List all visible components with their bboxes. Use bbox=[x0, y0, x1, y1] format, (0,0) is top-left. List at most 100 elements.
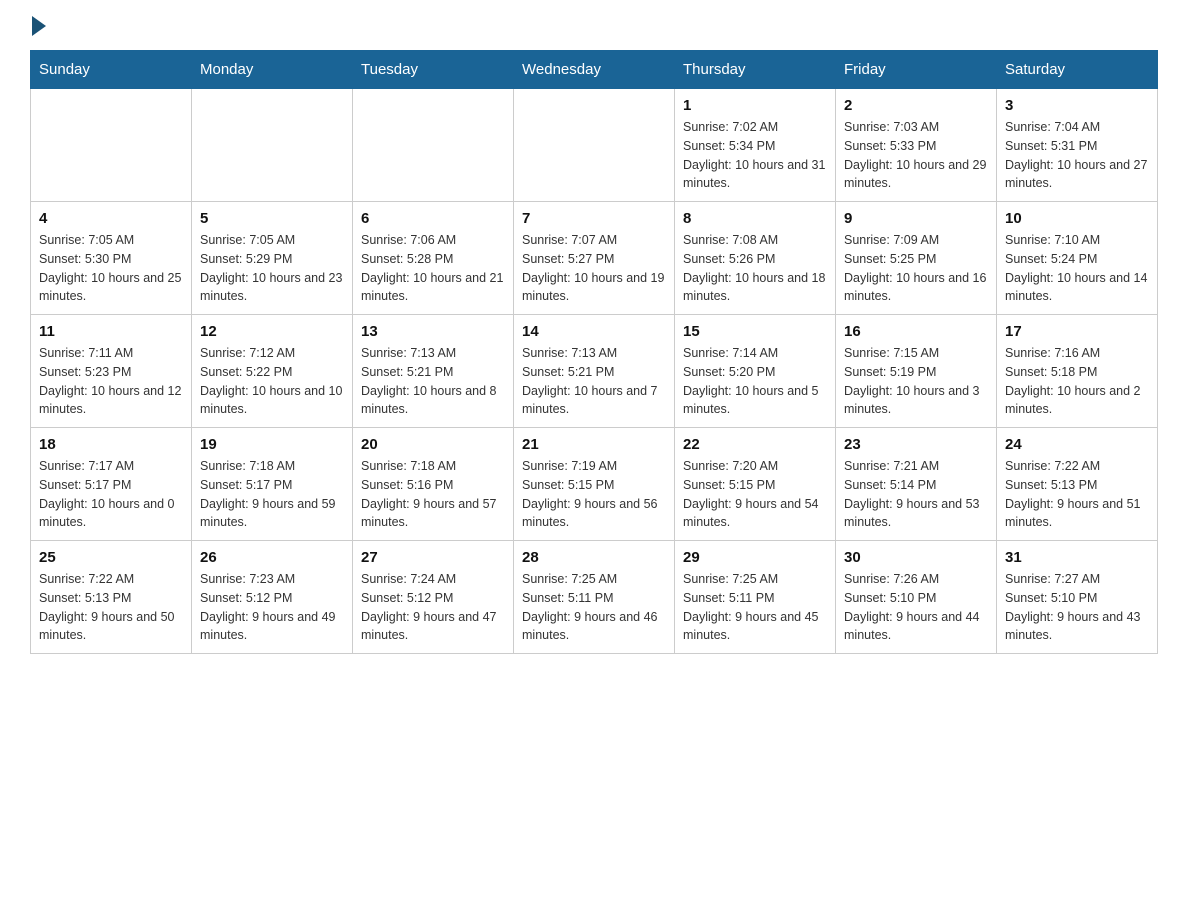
day-number: 13 bbox=[361, 323, 505, 340]
day-info: Sunrise: 7:08 AMSunset: 5:26 PMDaylight:… bbox=[683, 231, 827, 306]
day-info: Sunrise: 7:07 AMSunset: 5:27 PMDaylight:… bbox=[522, 231, 666, 306]
day-info: Sunrise: 7:19 AMSunset: 5:15 PMDaylight:… bbox=[522, 457, 666, 532]
table-row: 22 Sunrise: 7:20 AMSunset: 5:15 PMDayligh… bbox=[675, 428, 836, 541]
day-number: 6 bbox=[361, 210, 505, 227]
day-number: 1 bbox=[683, 97, 827, 114]
logo bbox=[30, 20, 46, 30]
table-row: 21 Sunrise: 7:19 AMSunset: 5:15 PMDayligh… bbox=[514, 428, 675, 541]
table-row: 2 Sunrise: 7:03 AMSunset: 5:33 PMDaylight… bbox=[836, 89, 997, 202]
day-info: Sunrise: 7:13 AMSunset: 5:21 PMDaylight:… bbox=[522, 344, 666, 419]
day-info: Sunrise: 7:05 AMSunset: 5:30 PMDaylight:… bbox=[39, 231, 183, 306]
day-number: 5 bbox=[200, 210, 344, 227]
col-monday: Monday bbox=[192, 51, 353, 89]
day-info: Sunrise: 7:24 AMSunset: 5:12 PMDaylight:… bbox=[361, 570, 505, 645]
table-row: 31 Sunrise: 7:27 AMSunset: 5:10 PMDayligh… bbox=[997, 541, 1158, 654]
table-row: 5 Sunrise: 7:05 AMSunset: 5:29 PMDaylight… bbox=[192, 202, 353, 315]
calendar-table: Sunday Monday Tuesday Wednesday Thursday… bbox=[30, 50, 1158, 654]
day-info: Sunrise: 7:15 AMSunset: 5:19 PMDaylight:… bbox=[844, 344, 988, 419]
table-row: 11 Sunrise: 7:11 AMSunset: 5:23 PMDayligh… bbox=[31, 315, 192, 428]
table-row: 9 Sunrise: 7:09 AMSunset: 5:25 PMDaylight… bbox=[836, 202, 997, 315]
day-number: 18 bbox=[39, 436, 183, 453]
day-number: 19 bbox=[200, 436, 344, 453]
day-info: Sunrise: 7:13 AMSunset: 5:21 PMDaylight:… bbox=[361, 344, 505, 419]
table-row: 7 Sunrise: 7:07 AMSunset: 5:27 PMDaylight… bbox=[514, 202, 675, 315]
day-info: Sunrise: 7:11 AMSunset: 5:23 PMDaylight:… bbox=[39, 344, 183, 419]
day-info: Sunrise: 7:20 AMSunset: 5:15 PMDaylight:… bbox=[683, 457, 827, 532]
table-row: 26 Sunrise: 7:23 AMSunset: 5:12 PMDayligh… bbox=[192, 541, 353, 654]
col-saturday: Saturday bbox=[997, 51, 1158, 89]
table-row: 1 Sunrise: 7:02 AMSunset: 5:34 PMDaylight… bbox=[675, 89, 836, 202]
day-info: Sunrise: 7:27 AMSunset: 5:10 PMDaylight:… bbox=[1005, 570, 1149, 645]
day-number: 24 bbox=[1005, 436, 1149, 453]
logo-arrow-icon bbox=[32, 16, 46, 36]
day-number: 27 bbox=[361, 549, 505, 566]
day-number: 23 bbox=[844, 436, 988, 453]
calendar-week-row: 4 Sunrise: 7:05 AMSunset: 5:30 PMDaylight… bbox=[31, 202, 1158, 315]
day-number: 17 bbox=[1005, 323, 1149, 340]
day-number: 3 bbox=[1005, 97, 1149, 114]
col-tuesday: Tuesday bbox=[353, 51, 514, 89]
day-number: 20 bbox=[361, 436, 505, 453]
col-thursday: Thursday bbox=[675, 51, 836, 89]
page-header bbox=[30, 20, 1158, 30]
table-row: 3 Sunrise: 7:04 AMSunset: 5:31 PMDaylight… bbox=[997, 89, 1158, 202]
day-info: Sunrise: 7:02 AMSunset: 5:34 PMDaylight:… bbox=[683, 118, 827, 193]
table-row: 14Sunrise: 7:13 AMSunset: 5:21 PMDayligh… bbox=[514, 315, 675, 428]
calendar-week-row: 1 Sunrise: 7:02 AMSunset: 5:34 PMDaylight… bbox=[31, 89, 1158, 202]
table-row: 18 Sunrise: 7:17 AMSunset: 5:17 PMDayligh… bbox=[31, 428, 192, 541]
day-info: Sunrise: 7:18 AMSunset: 5:16 PMDaylight:… bbox=[361, 457, 505, 532]
col-friday: Friday bbox=[836, 51, 997, 89]
day-number: 31 bbox=[1005, 549, 1149, 566]
day-info: Sunrise: 7:05 AMSunset: 5:29 PMDaylight:… bbox=[200, 231, 344, 306]
table-row: 13 Sunrise: 7:13 AMSunset: 5:21 PMDayligh… bbox=[353, 315, 514, 428]
calendar-week-row: 25Sunrise: 7:22 AMSunset: 5:13 PMDayligh… bbox=[31, 541, 1158, 654]
day-number: 12 bbox=[200, 323, 344, 340]
day-number: 26 bbox=[200, 549, 344, 566]
table-row bbox=[192, 89, 353, 202]
table-row: 4 Sunrise: 7:05 AMSunset: 5:30 PMDaylight… bbox=[31, 202, 192, 315]
day-number: 9 bbox=[844, 210, 988, 227]
day-info: Sunrise: 7:22 AMSunset: 5:13 PMDaylight:… bbox=[1005, 457, 1149, 532]
col-sunday: Sunday bbox=[31, 51, 192, 89]
day-number: 15 bbox=[683, 323, 827, 340]
day-info: Sunrise: 7:14 AMSunset: 5:20 PMDaylight:… bbox=[683, 344, 827, 419]
table-row: 20 Sunrise: 7:18 AMSunset: 5:16 PMDayligh… bbox=[353, 428, 514, 541]
calendar-week-row: 11 Sunrise: 7:11 AMSunset: 5:23 PMDayligh… bbox=[31, 315, 1158, 428]
day-info: Sunrise: 7:12 AMSunset: 5:22 PMDaylight:… bbox=[200, 344, 344, 419]
day-info: Sunrise: 7:06 AMSunset: 5:28 PMDaylight:… bbox=[361, 231, 505, 306]
day-number: 25 bbox=[39, 549, 183, 566]
table-row: 16 Sunrise: 7:15 AMSunset: 5:19 PMDayligh… bbox=[836, 315, 997, 428]
day-number: 16 bbox=[844, 323, 988, 340]
day-info: Sunrise: 7:21 AMSunset: 5:14 PMDaylight:… bbox=[844, 457, 988, 532]
day-info: Sunrise: 7:25 AMSunset: 5:11 PMDaylight:… bbox=[683, 570, 827, 645]
day-info: Sunrise: 7:04 AMSunset: 5:31 PMDaylight:… bbox=[1005, 118, 1149, 193]
day-number: 2 bbox=[844, 97, 988, 114]
day-info: Sunrise: 7:26 AMSunset: 5:10 PMDaylight:… bbox=[844, 570, 988, 645]
calendar-header-row: Sunday Monday Tuesday Wednesday Thursday… bbox=[31, 51, 1158, 89]
table-row bbox=[353, 89, 514, 202]
day-number: 11 bbox=[39, 323, 183, 340]
day-number: 28 bbox=[522, 549, 666, 566]
day-info: Sunrise: 7:25 AMSunset: 5:11 PMDaylight:… bbox=[522, 570, 666, 645]
day-info: Sunrise: 7:09 AMSunset: 5:25 PMDaylight:… bbox=[844, 231, 988, 306]
day-number: 22 bbox=[683, 436, 827, 453]
day-number: 4 bbox=[39, 210, 183, 227]
calendar-week-row: 18 Sunrise: 7:17 AMSunset: 5:17 PMDayligh… bbox=[31, 428, 1158, 541]
table-row: 23 Sunrise: 7:21 AMSunset: 5:14 PMDayligh… bbox=[836, 428, 997, 541]
day-info: Sunrise: 7:16 AMSunset: 5:18 PMDaylight:… bbox=[1005, 344, 1149, 419]
day-number: 30 bbox=[844, 549, 988, 566]
day-info: Sunrise: 7:23 AMSunset: 5:12 PMDaylight:… bbox=[200, 570, 344, 645]
table-row: 25Sunrise: 7:22 AMSunset: 5:13 PMDayligh… bbox=[31, 541, 192, 654]
col-wednesday: Wednesday bbox=[514, 51, 675, 89]
day-info: Sunrise: 7:03 AMSunset: 5:33 PMDaylight:… bbox=[844, 118, 988, 193]
day-number: 21 bbox=[522, 436, 666, 453]
table-row bbox=[514, 89, 675, 202]
day-info: Sunrise: 7:17 AMSunset: 5:17 PMDaylight:… bbox=[39, 457, 183, 532]
table-row: 24 Sunrise: 7:22 AMSunset: 5:13 PMDayligh… bbox=[997, 428, 1158, 541]
day-number: 10 bbox=[1005, 210, 1149, 227]
day-info: Sunrise: 7:18 AMSunset: 5:17 PMDaylight:… bbox=[200, 457, 344, 532]
day-number: 7 bbox=[522, 210, 666, 227]
table-row: 19 Sunrise: 7:18 AMSunset: 5:17 PMDayligh… bbox=[192, 428, 353, 541]
table-row: 29 Sunrise: 7:25 AMSunset: 5:11 PMDayligh… bbox=[675, 541, 836, 654]
day-number: 29 bbox=[683, 549, 827, 566]
